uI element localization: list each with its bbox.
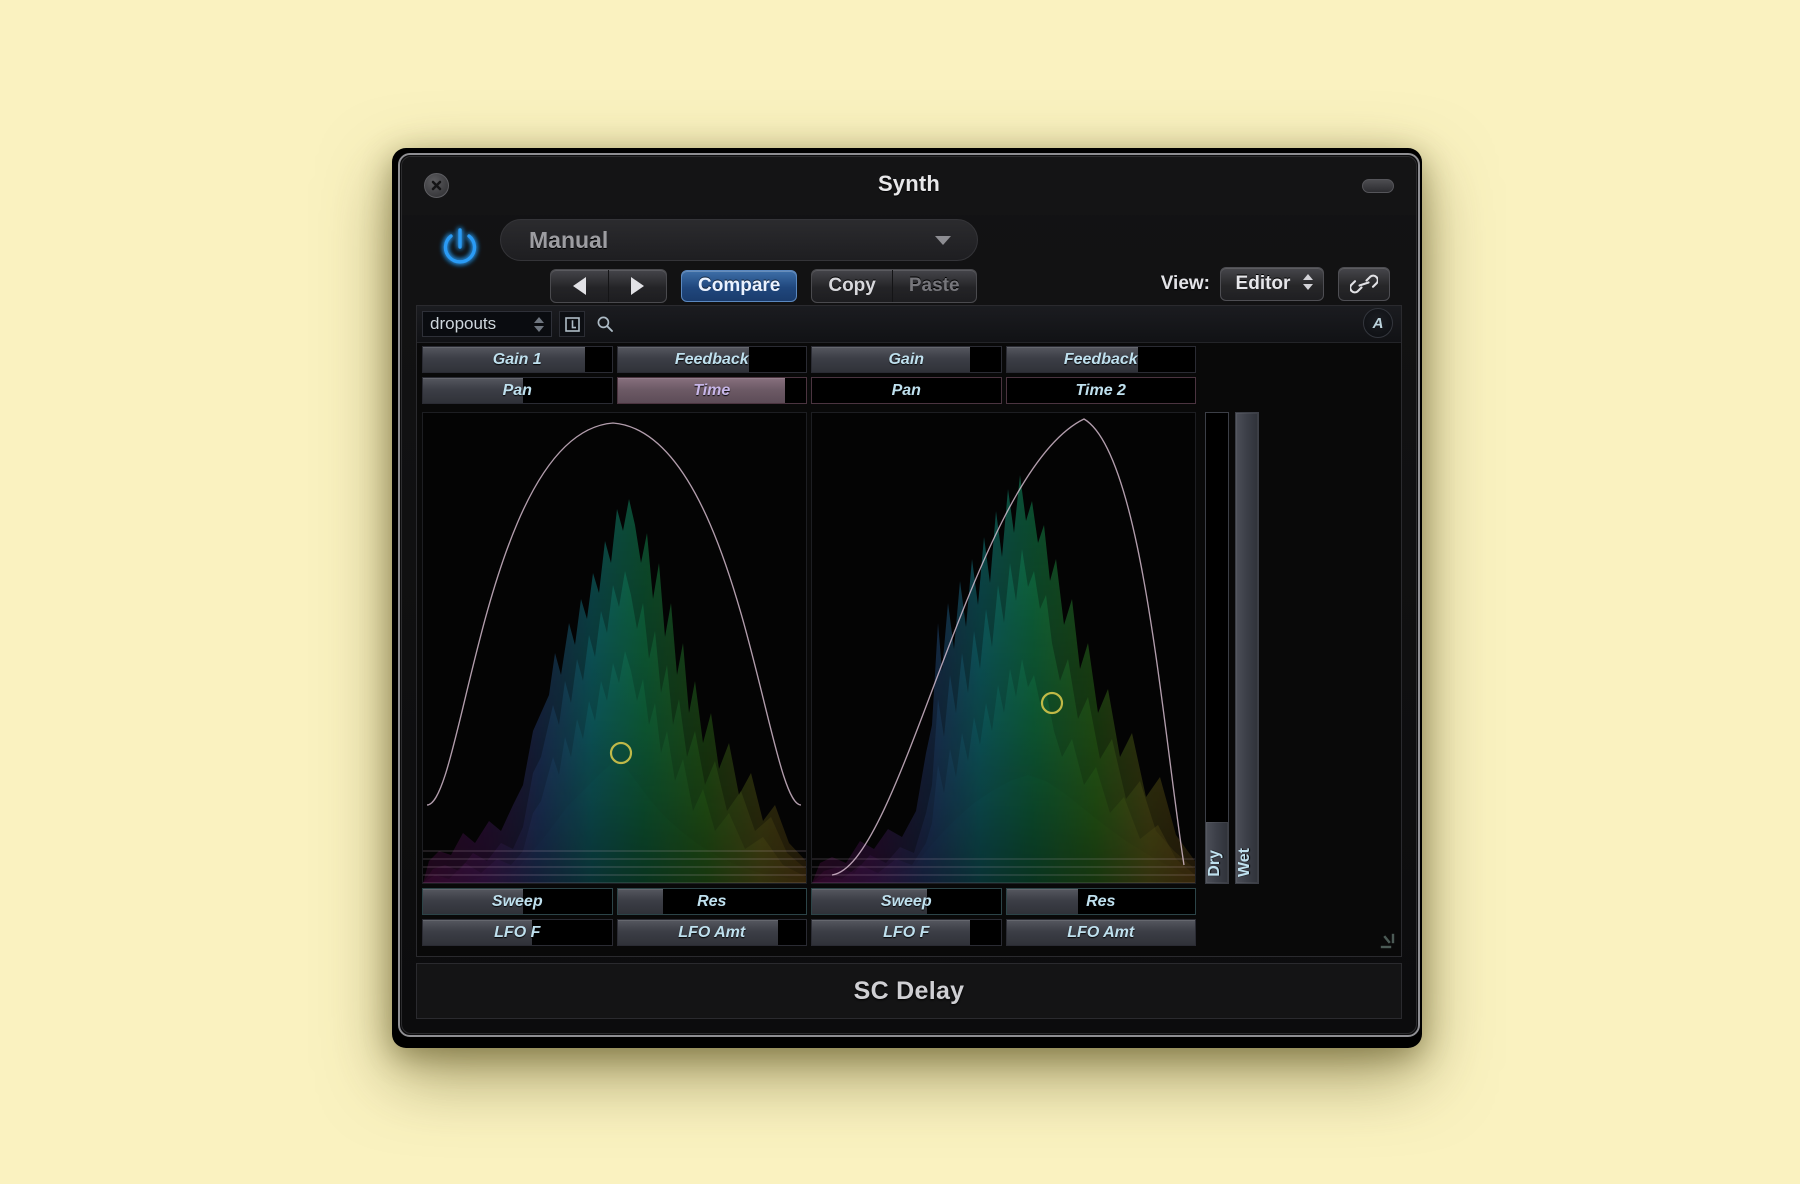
param-label: LFO F [883,923,930,941]
right-spectrum-display[interactable] [811,412,1196,884]
preset-dropdown[interactable]: Manual [500,219,978,261]
automation-badge[interactable]: A [1363,308,1393,338]
plugin-body: dropouts A Gain 1 Feedback Pan Time Gain… [416,305,1402,957]
preset-dropdown-value: Manual [529,226,609,253]
paste-button[interactable]: Paste [893,270,976,302]
plugin-name: SC Delay [853,976,965,1005]
param-slider-sweep-right[interactable]: Sweep [811,888,1002,915]
param-slider-feedback-right[interactable]: Feedback [1005,346,1196,373]
power-icon [443,228,477,264]
param-slider-lfoamt-right[interactable]: LFO Amt [1005,919,1196,946]
screen-root: Synth Manual Compare Copy Paste View: Ed… [0,0,1800,1184]
param-label: Pan [502,381,532,399]
resize-grip-icon [1380,933,1395,949]
page-flip-icon [564,316,580,332]
link-chain-icon [1350,274,1378,294]
panel-area: Gain 1 Feedback Pan Time Gain Feedback P… [417,342,1401,956]
right-param-row-1: Gain Feedback [811,346,1196,373]
preset-name-value: dropouts [430,314,497,333]
copy-paste-group: Copy Paste [811,269,977,303]
dry-label: Dry [1206,850,1223,877]
param-label: Feedback [674,350,749,368]
prev-preset-button[interactable] [551,270,609,302]
link-button[interactable] [1338,267,1390,301]
param-slider-gain-right[interactable]: Gain [811,346,1002,373]
left-param-row-4: LFO F LFO Amt [422,919,807,946]
param-label: Sweep [880,892,932,910]
compare-button[interactable]: Compare [681,270,798,302]
copy-button[interactable]: Copy [812,270,893,302]
search-button[interactable] [592,311,618,337]
param-label: LFO Amt [1067,923,1135,941]
param-label: Res [1086,892,1116,910]
param-slider-lfof-left[interactable]: LFO F [422,919,613,946]
right-param-row-4: LFO F LFO Amt [811,919,1196,946]
header-button-row: Compare Copy Paste [550,269,977,303]
param-label: Time 2 [1075,381,1126,399]
param-label: Pan [891,381,921,399]
plugin-footer: SC Delay [416,963,1402,1019]
title-bar: Synth [402,157,1416,215]
param-slider-gain1[interactable]: Gain 1 [422,346,613,373]
param-slider-time[interactable]: Time [616,377,807,404]
param-label: Time [693,381,731,399]
right-spectrum-graphic [812,413,1195,883]
prev-triangle-icon [573,277,586,295]
param-label: Res [697,892,727,910]
left-param-row-2: Pan Time [422,377,807,404]
right-top-params: Gain Feedback Pan Time 2 [811,346,1196,404]
param-slider-lfoamt-left[interactable]: LFO Amt [616,919,807,946]
window-title: Synth [877,171,941,196]
view-select-value: Editor [1235,273,1291,294]
collapse-pill-icon[interactable] [1362,179,1394,193]
plugin-window: Synth Manual Compare Copy Paste View: Ed… [398,153,1420,1037]
param-slider-sweep-left[interactable]: Sweep [422,888,613,915]
wet-label: Wet [1236,847,1253,877]
view-select[interactable]: Editor [1220,267,1324,301]
left-param-row-1: Gain 1 Feedback [422,346,807,373]
view-label: View: [1160,273,1210,294]
left-bottom-params: Sweep Res LFO F LFO Amt [422,888,807,946]
next-triangle-icon [631,277,644,295]
param-slider-res-right[interactable]: Res [1005,888,1196,915]
search-icon [597,316,613,332]
view-controls: View: Editor [1161,267,1390,301]
dry-slider[interactable]: Dry [1205,412,1229,884]
plugin-window-inner: Synth Manual Compare Copy Paste View: Ed… [401,156,1417,1034]
wet-slider[interactable]: Wet [1235,412,1259,884]
stepper-updown-icon[interactable] [534,317,544,332]
param-slider-time2[interactable]: Time 2 [1005,377,1196,404]
param-slider-pan-left[interactable]: Pan [422,377,613,404]
right-param-row-2: Pan Time 2 [811,377,1196,404]
param-label: LFO Amt [678,923,746,941]
plugin-header: Manual Compare Copy Paste View: Editor [402,209,1416,303]
preset-name-field[interactable]: dropouts [422,311,552,337]
param-slider-lfof-right[interactable]: LFO F [811,919,1002,946]
left-spectrum-graphic [423,413,806,883]
preset-nav-group [550,269,667,303]
right-bottom-params: Sweep Res LFO F LFO Amt [811,888,1196,946]
param-label: LFO F [494,923,541,941]
next-preset-button[interactable] [609,270,666,302]
param-slider-pan-right[interactable]: Pan [811,377,1002,404]
param-label: Sweep [491,892,543,910]
param-slider-res-left[interactable]: Res [616,888,807,915]
resize-grip[interactable] [1377,932,1397,952]
power-button[interactable] [432,219,488,275]
param-label: Feedback [1063,350,1138,368]
param-label: Gain [888,350,925,368]
chevron-down-icon [935,236,951,245]
mix-sliders: Dry Wet [1205,412,1267,884]
stepper-updown-icon [1303,274,1313,290]
param-label: Gain 1 [492,350,542,368]
param-slider-feedback-left[interactable]: Feedback [616,346,807,373]
right-param-row-3: Sweep Res [811,888,1196,915]
left-spectrum-display[interactable] [422,412,807,884]
left-top-params: Gain 1 Feedback Pan Time [422,346,807,404]
bookmark-button[interactable] [559,311,585,337]
left-param-row-3: Sweep Res [422,888,807,915]
preset-toolstrip: dropouts A [417,306,1401,343]
